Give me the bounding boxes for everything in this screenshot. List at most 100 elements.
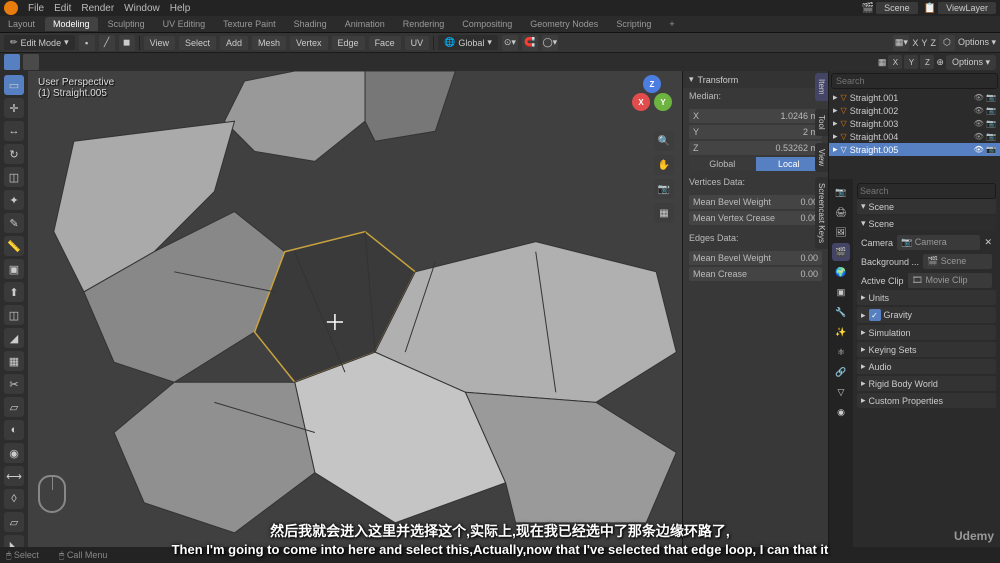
mesh-display-icon[interactable]: ▦▾ — [893, 35, 909, 51]
outliner-item[interactable]: ▸▽Straight.005👁 📷 — [829, 143, 1000, 156]
options2[interactable]: Options ▾ — [946, 55, 996, 70]
mode-selector[interactable]: ✏ Edit Mode ▾ — [4, 35, 75, 50]
transform-x[interactable]: X1.0246 m — [689, 109, 822, 123]
panel-keying[interactable]: ▸ Keying Sets — [857, 342, 996, 357]
camera-icon[interactable]: 📷 — [654, 179, 674, 199]
edge-select-mode[interactable]: ╱ — [99, 35, 115, 51]
edge-bevel-weight[interactable]: Mean Bevel Weight0.00 — [689, 251, 822, 265]
rotate-tool[interactable]: ↻ — [4, 144, 24, 164]
gizmo-toggle-icon[interactable]: ▦ — [878, 57, 887, 68]
menu-mesh[interactable]: Mesh — [252, 36, 286, 50]
camera-field[interactable]: 📷 Camera — [897, 235, 980, 250]
menu-help[interactable]: Help — [170, 3, 191, 14]
mirror-y[interactable]: Y — [921, 38, 927, 48]
menu-window[interactable]: Window — [124, 3, 160, 14]
tab-modeling[interactable]: Modeling — [45, 17, 98, 31]
extrude-tool[interactable]: ⬆ — [4, 282, 24, 302]
edge-slide-tool[interactable]: ⟷ — [4, 466, 24, 486]
bevel-tool[interactable]: ◢ — [4, 328, 24, 348]
menu-add[interactable]: Add — [220, 36, 248, 50]
vertex-select-mode[interactable]: ▪ — [79, 35, 95, 51]
auto-merge-icon[interactable]: ⬡ — [939, 35, 955, 51]
select-mode-icon[interactable] — [23, 54, 39, 70]
tab-texture-paint[interactable]: Texture Paint — [215, 17, 284, 31]
prop-tab-scene-icon[interactable]: 🎬 — [832, 243, 850, 261]
transform-z[interactable]: Z0.53262 m — [689, 141, 822, 155]
smooth-tool[interactable]: ◉ — [4, 443, 24, 463]
panel-scene2[interactable]: ▾ Scene — [857, 216, 996, 231]
orientation-selector[interactable]: 🌐 Global ▾ — [438, 35, 498, 50]
measure-tool[interactable]: 📏 — [4, 236, 24, 256]
gizmo-x-icon[interactable]: X — [632, 93, 650, 111]
view-y[interactable]: Y — [904, 55, 918, 69]
menu-vertex[interactable]: Vertex — [290, 36, 328, 50]
face-select-mode[interactable]: ◼ — [119, 35, 135, 51]
mirror-x[interactable]: X — [912, 38, 918, 48]
gizmo-z-icon[interactable]: Z — [643, 75, 661, 93]
panel-audio[interactable]: ▸ Audio — [857, 359, 996, 374]
side-tab-item[interactable]: Item — [815, 73, 828, 101]
menu-view[interactable]: View — [144, 36, 175, 50]
transform-tool[interactable]: ✦ — [4, 190, 24, 210]
bevel-weight[interactable]: Mean Bevel Weight0.00 — [689, 195, 822, 209]
panel-simulation[interactable]: ▸ Simulation — [857, 325, 996, 340]
clip-field[interactable]: 🎞 Movie Clip — [908, 273, 992, 288]
overlays-icon[interactable]: ⊕ — [936, 57, 944, 68]
tab-geometry-nodes[interactable]: Geometry Nodes — [522, 17, 606, 31]
prop-tab-viewlayer-icon[interactable]: 🖼 — [832, 223, 850, 241]
view-z[interactable]: Z — [920, 55, 934, 69]
viewlayer-selector[interactable]: ViewLayer — [938, 2, 996, 14]
spin-tool[interactable]: ◐ — [4, 420, 24, 440]
proportional-icon[interactable]: ◯▾ — [542, 35, 558, 51]
menu-file[interactable]: File — [28, 3, 44, 14]
outliner-item[interactable]: ▸▽Straight.001👁 📷 — [829, 91, 1000, 104]
gizmo-y-icon[interactable]: Y — [654, 93, 672, 111]
menu-uv[interactable]: UV — [405, 36, 430, 50]
panel-custom[interactable]: ▸ Custom Properties — [857, 393, 996, 408]
transform-header[interactable]: ▾ Transform — [683, 71, 828, 88]
menu-edge[interactable]: Edge — [332, 36, 365, 50]
tab-uv-editing[interactable]: UV Editing — [155, 17, 214, 31]
cursor-tool[interactable]: ✛ — [4, 98, 24, 118]
panel-scene[interactable]: ▾ Scene — [857, 199, 996, 214]
prop-tab-render-icon[interactable]: 📷 — [832, 183, 850, 201]
bg-field[interactable]: 🎬 Scene — [923, 254, 992, 269]
add-cube-tool[interactable]: ▣ — [4, 259, 24, 279]
side-tab-screencast[interactable]: Screencast Keys — [815, 177, 828, 249]
view-x[interactable]: X — [888, 55, 902, 69]
tab-add[interactable]: + — [661, 17, 682, 31]
space-local[interactable]: Local — [756, 157, 823, 171]
prop-tab-particle-icon[interactable]: ✨ — [832, 323, 850, 341]
tab-animation[interactable]: Animation — [337, 17, 393, 31]
menu-select[interactable]: Select — [179, 36, 216, 50]
outliner-item[interactable]: ▸▽Straight.002👁 📷 — [829, 104, 1000, 117]
move-tool[interactable]: ↔ — [4, 121, 24, 141]
prop-tab-object-icon[interactable]: ▣ — [832, 283, 850, 301]
vertex-crease[interactable]: Mean Vertex Crease0.00 — [689, 211, 822, 225]
prop-tab-physics-icon[interactable]: ⚛ — [832, 343, 850, 361]
menu-face[interactable]: Face — [369, 36, 401, 50]
annotate-tool[interactable]: ✎ — [4, 213, 24, 233]
3d-viewport[interactable]: User Perspective (1) Straight.005 X Y Z … — [28, 71, 682, 563]
panel-rigidbody[interactable]: ▸ Rigid Body World — [857, 376, 996, 391]
prop-tab-modifier-icon[interactable]: 🔧 — [832, 303, 850, 321]
panel-units[interactable]: ▸ Units — [857, 290, 996, 305]
tab-rendering[interactable]: Rendering — [395, 17, 453, 31]
mirror-z[interactable]: Z — [930, 38, 936, 48]
menu-render[interactable]: Render — [81, 3, 114, 14]
outliner-search[interactable] — [831, 73, 998, 89]
tab-compositing[interactable]: Compositing — [454, 17, 520, 31]
side-tab-view[interactable]: View — [815, 143, 828, 172]
snap-icon[interactable]: 🧲 — [522, 35, 538, 51]
prop-tab-world-icon[interactable]: 🌍 — [832, 263, 850, 281]
orientation-gizmo[interactable]: X Y Z — [632, 79, 672, 119]
options-dropdown[interactable]: Options ▾ — [958, 37, 996, 48]
tab-scripting[interactable]: Scripting — [608, 17, 659, 31]
outliner-item[interactable]: ▸▽Straight.004👁 📷 — [829, 130, 1000, 143]
gravity-checkbox[interactable]: ✓ — [869, 309, 881, 321]
scale-tool[interactable]: ◫ — [4, 167, 24, 187]
select-box-tool[interactable]: ▭ — [4, 75, 24, 95]
outliner-item[interactable]: ▸▽Straight.003👁 📷 — [829, 117, 1000, 130]
properties-search[interactable] — [857, 183, 996, 199]
tab-shading[interactable]: Shading — [286, 17, 335, 31]
